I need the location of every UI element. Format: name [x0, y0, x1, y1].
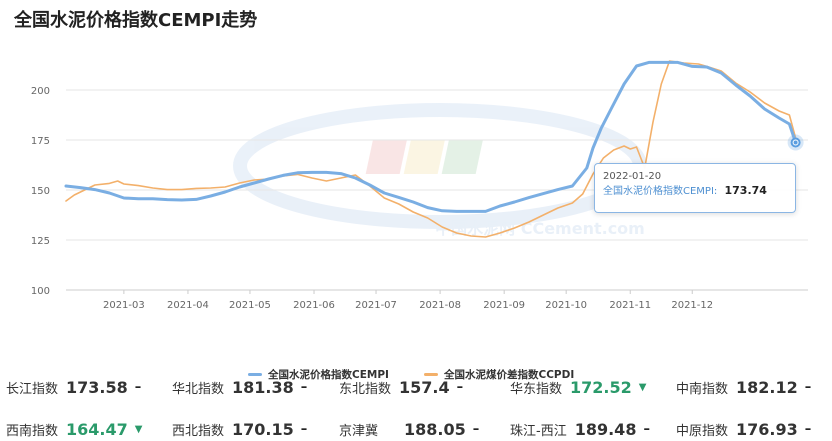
chart-tooltip: 2022-01-20 全国水泥价格指数CEMPI: 173.74: [594, 163, 796, 213]
index-item[interactable]: 长江指数 173.58 –: [6, 372, 141, 402]
x-tick-label: 2021-11: [609, 300, 651, 311]
index-value: 172.52: [570, 377, 632, 397]
index-name: 西北指数: [172, 423, 225, 439]
trend-down-icon: ▼: [134, 423, 143, 435]
index-row-2: 西南指数 164.47 ▼ 西北指数 170.15 – 京津冀 188.05 –…: [0, 414, 832, 441]
y-tick-label: 150: [31, 186, 50, 197]
x-tick-label: 2021-06: [293, 300, 335, 311]
x-tick-label: 2021-05: [229, 300, 271, 311]
x-tick-label: 2021-03: [103, 300, 145, 311]
index-value: 181.38: [232, 377, 294, 397]
watermark-block: [441, 140, 483, 174]
trend-flat-icon: –: [804, 379, 812, 395]
trend-flat-icon: –: [300, 379, 308, 395]
x-tick-label: 2021-07: [355, 300, 397, 311]
index-name: 珠江-西江: [510, 423, 567, 439]
tooltip-date: 2022-01-20: [603, 171, 662, 182]
index-value: 170.15: [232, 419, 294, 439]
index-name: 中原指数: [676, 423, 729, 439]
index-item[interactable]: 珠江-西江 189.48 –: [510, 414, 650, 441]
trend-flat-icon: –: [643, 421, 650, 437]
x-tick-label: 2021-10: [545, 300, 587, 311]
tooltip-series-name: 全国水泥价格指数CEMPI: [603, 186, 714, 197]
y-tick-label: 175: [31, 136, 50, 147]
index-name: 长江指数: [6, 381, 59, 397]
x-tick-label: 2021-12: [671, 300, 713, 311]
tooltip-value: 173.74: [724, 184, 767, 197]
index-item[interactable]: 华东指数 172.52 ▼: [510, 372, 646, 402]
trend-flat-icon: –: [300, 421, 308, 437]
trend-flat-icon: –: [804, 421, 812, 437]
watermark-swoosh: [233, 103, 647, 229]
index-item[interactable]: 京津冀 188.05 –: [339, 414, 479, 441]
index-value: 188.05: [404, 419, 466, 439]
index-value: 176.93: [736, 419, 798, 439]
index-value: 164.47: [66, 419, 128, 439]
chart-area[interactable]: 中国水泥网 CCement.com 100 125 150 175 200 2021-03 2…: [0, 36, 832, 381]
hover-point-core: [793, 140, 798, 145]
index-item[interactable]: 西北指数 170.15 –: [172, 414, 307, 441]
index-item[interactable]: 西南指数 164.47 ▼: [6, 414, 142, 441]
trend-flat-icon: –: [472, 421, 480, 437]
index-item[interactable]: 中原指数 176.93 –: [676, 414, 811, 441]
y-tick-label: 100: [31, 286, 50, 297]
index-value: 173.58: [66, 377, 128, 397]
trend-flat-icon: –: [456, 379, 464, 395]
x-tick-label: 2021-04: [167, 300, 209, 311]
index-name: 西南指数: [6, 423, 59, 439]
index-item[interactable]: 中南指数 182.12 –: [676, 372, 811, 402]
watermark-block: [403, 140, 445, 174]
index-value: 157.4: [399, 377, 450, 397]
y-tick-label: 200: [31, 86, 50, 97]
index-value: 189.48: [574, 419, 637, 439]
index-item[interactable]: 东北指数 157.4 –: [339, 372, 463, 402]
y-tick-label: 125: [31, 236, 50, 247]
index-item[interactable]: 华北指数 181.38 –: [172, 372, 307, 402]
index-name: 华东指数: [510, 381, 563, 397]
page-title: 全国水泥价格指数CEMPI走势: [14, 10, 258, 31]
index-value: 182.12: [736, 377, 798, 397]
index-name: 中南指数: [676, 381, 729, 397]
watermark-block: [365, 140, 407, 174]
trend-flat-icon: –: [134, 379, 142, 395]
index-name: 东北指数: [339, 381, 392, 397]
trend-down-icon: ▼: [638, 381, 647, 393]
tooltip-separator: :: [713, 186, 718, 197]
index-name: 京津冀: [339, 423, 379, 439]
x-tick-label: 2021-08: [419, 300, 461, 311]
x-tick-label: 2021-09: [483, 300, 525, 311]
index-name: 华北指数: [172, 381, 225, 397]
index-row-1: 长江指数 173.58 – 华北指数 181.38 – 东北指数 157.4 –…: [0, 372, 832, 402]
